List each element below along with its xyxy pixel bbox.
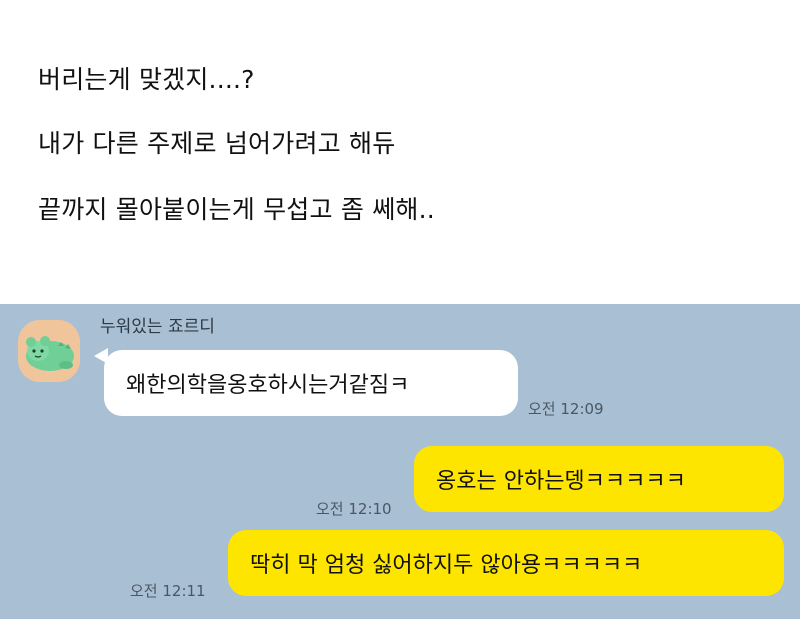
post-line: 내가 다른 주제로 넘어가려고 해듀 — [38, 129, 396, 158]
message-time: 오전 12:10 — [316, 500, 392, 518]
sent-message-bubble[interactable]: 옹호는 안하는뎅ㅋㅋㅋㅋㅋ — [414, 446, 784, 512]
avatar[interactable] — [18, 320, 80, 382]
message-text: 왜한의학을옹호하시는거같짐ㅋ — [126, 373, 410, 398]
chat-screenshot: 누워있는 죠르디 왜한의학을옹호하시는거같짐ㅋ 오전 12:09 옹호는 안하는… — [0, 304, 800, 619]
sender-name: 누워있는 죠르디 — [100, 317, 215, 337]
post-text-area: 버리는게 맞겠지....? 내가 다른 주제로 넘어가려고 해듀 끝까지 몰아붙… — [0, 0, 800, 304]
message-time: 오전 12:11 — [130, 582, 206, 600]
post-line: 버리는게 맞겠지....? — [38, 65, 255, 94]
message-text: 옹호는 안하는뎅ㅋㅋㅋㅋㅋ — [436, 469, 686, 494]
jordy-lying-avatar-icon — [18, 320, 80, 382]
message-time: 오전 12:09 — [528, 400, 604, 418]
post-line: 끝까지 몰아붙이는게 무섭고 좀 쎄해.. — [38, 195, 435, 224]
sent-message-bubble[interactable]: 딱히 막 엄청 싫어하지두 않아용ㅋㅋㅋㅋㅋ — [228, 530, 784, 596]
received-message-bubble[interactable]: 왜한의학을옹호하시는거같짐ㅋ — [104, 350, 518, 416]
message-text: 딱히 막 엄청 싫어하지두 않아용ㅋㅋㅋㅋㅋ — [250, 553, 643, 578]
